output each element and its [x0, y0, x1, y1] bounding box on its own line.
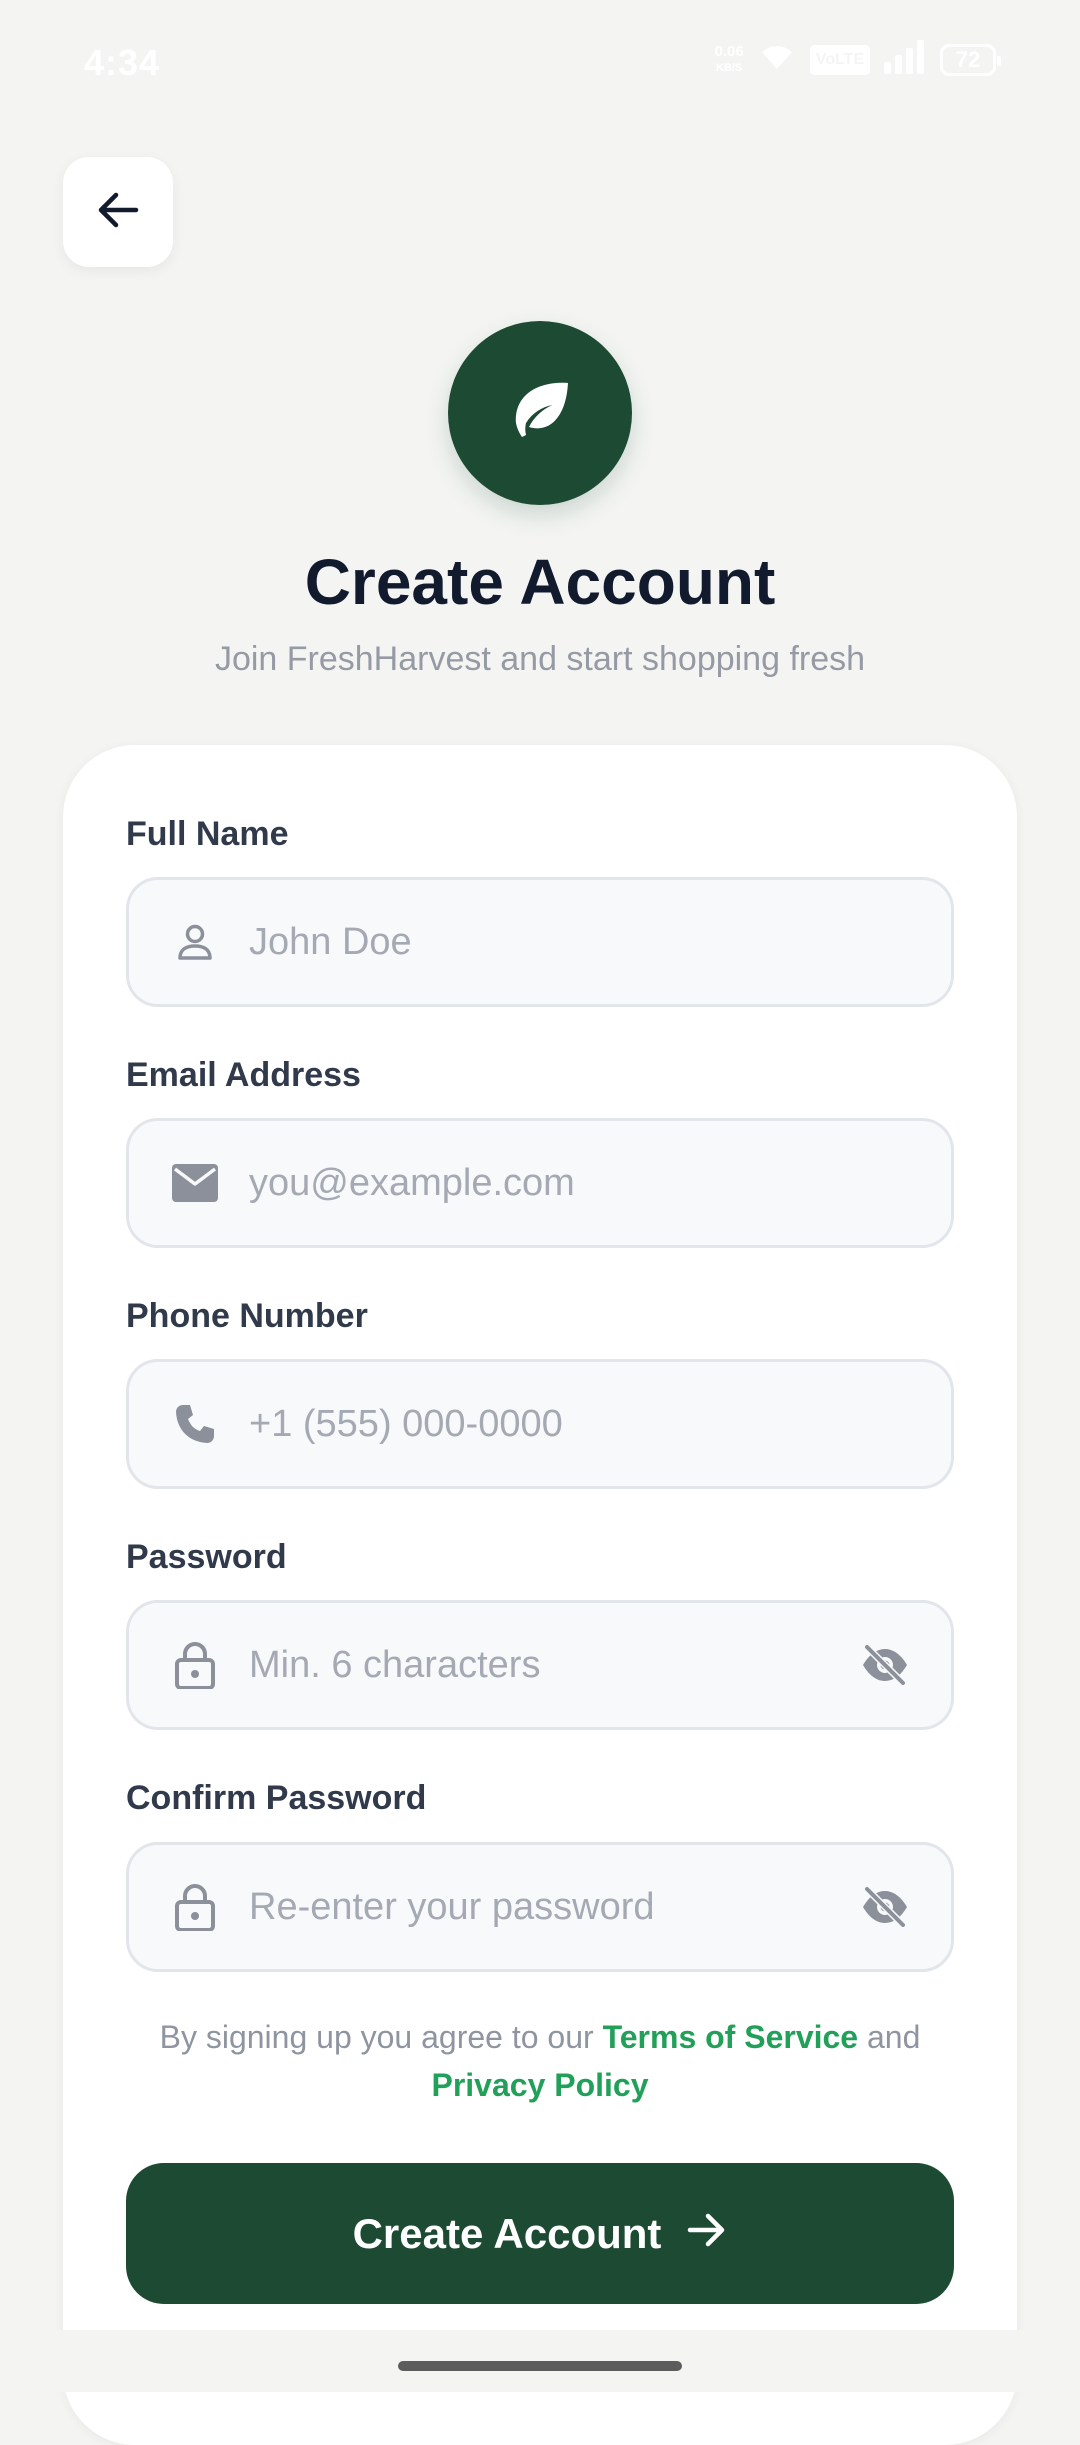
- full-name-input[interactable]: [247, 880, 847, 1004]
- arrow-right-icon: [687, 2210, 727, 2258]
- battery-icon: 72: [940, 43, 1001, 76]
- lock-icon: [171, 1883, 219, 1931]
- terms-prefix: By signing up you agree to our: [159, 2019, 594, 2055]
- email-field[interactable]: [126, 1118, 954, 1248]
- terms-notice: By signing up you agree to our Terms of …: [126, 2013, 954, 2109]
- email-label: Email Address: [126, 1056, 361, 1094]
- mail-icon: [171, 1159, 219, 1207]
- create-account-button-label: Create Account: [352, 2209, 662, 2257]
- home-indicator[interactable]: [398, 2361, 682, 2371]
- full-name-label: Full Name: [126, 815, 289, 853]
- network-speed-value: 0.06: [714, 42, 744, 60]
- status-indicators: 0.06 KB/S VoLTE 72: [714, 40, 1001, 79]
- app-logo: [448, 321, 632, 505]
- leaf-icon: [508, 379, 572, 448]
- confirm-password-input[interactable]: [247, 1845, 847, 1969]
- password-label: Password: [126, 1538, 287, 1576]
- network-speed-unit: KB/S: [715, 61, 743, 74]
- status-time: 4:34: [84, 42, 161, 83]
- confirm-password-label: Confirm Password: [126, 1779, 427, 1817]
- password-field[interactable]: [126, 1600, 954, 1730]
- phone-input[interactable]: [247, 1362, 847, 1486]
- page-title: Create Account: [304, 546, 776, 618]
- arrow-left-icon: [96, 190, 140, 235]
- status-bar: 4:34 0.06 KB/S VoLTE 72: [0, 0, 1080, 124]
- battery-level: 72: [955, 46, 981, 72]
- volte-badge: VoLTE: [809, 44, 870, 75]
- eye-off-icon[interactable]: [857, 1879, 913, 1935]
- phone-icon: [171, 1400, 219, 1448]
- terms-of-service-link[interactable]: Terms of Service: [603, 2019, 859, 2055]
- back-button[interactable]: [63, 157, 173, 267]
- page-subtitle: Join FreshHarvest and start shopping fre…: [214, 640, 866, 678]
- full-name-field[interactable]: [126, 877, 954, 1007]
- terms-conjunction: and: [866, 2019, 921, 2055]
- wifi-icon: [758, 41, 796, 78]
- privacy-policy-link[interactable]: Privacy Policy: [431, 2067, 648, 2103]
- create-account-button[interactable]: Create Account: [126, 2163, 954, 2304]
- network-speed: 0.06 KB/S: [714, 42, 744, 76]
- eye-off-icon[interactable]: [857, 1637, 913, 1693]
- email-input[interactable]: [247, 1121, 847, 1245]
- phone-label: Phone Number: [126, 1297, 368, 1335]
- confirm-password-field[interactable]: [126, 1842, 954, 1972]
- password-input[interactable]: [247, 1603, 847, 1727]
- person-icon: [171, 918, 219, 966]
- signal-icon: [884, 40, 926, 79]
- lock-icon: [171, 1641, 219, 1689]
- phone-field[interactable]: [126, 1359, 954, 1489]
